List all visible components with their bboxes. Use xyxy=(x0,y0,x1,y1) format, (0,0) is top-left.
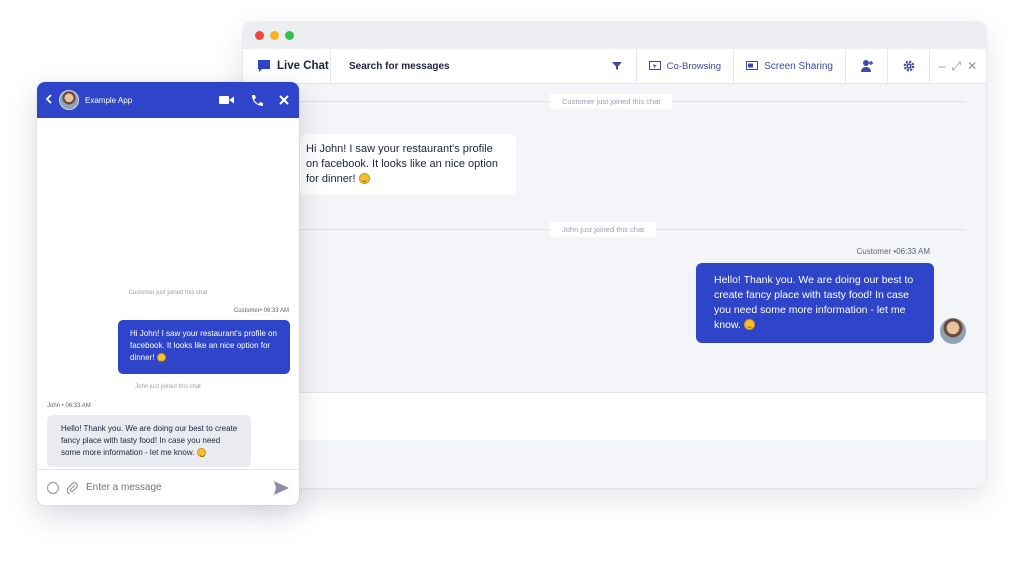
chat-icon xyxy=(258,60,270,72)
smile-emoji-icon xyxy=(743,319,755,330)
close-icon[interactable]: ✕ xyxy=(967,59,977,73)
smile-emoji-icon xyxy=(358,173,370,184)
widget-conversation: Customer just joined this chat Customer•… xyxy=(37,118,299,469)
system-note: John just joined this chat xyxy=(135,384,201,390)
system-note: John just joined this chat xyxy=(550,222,657,237)
add-user-button[interactable] xyxy=(846,49,888,83)
system-note: Customer just joined this chat xyxy=(550,94,673,109)
window-titlebar xyxy=(243,22,986,49)
header-actions xyxy=(219,94,289,107)
window-controls: – ⤢ ✕ xyxy=(930,49,986,83)
filter-icon[interactable] xyxy=(611,61,622,71)
add-user-icon xyxy=(860,60,873,72)
attach-icon[interactable] xyxy=(67,481,78,494)
phone-icon[interactable] xyxy=(250,94,263,107)
agent-avatar xyxy=(940,318,966,344)
message-text: Hi John! I saw your restaurant's profile… xyxy=(306,143,499,185)
screen-sharing-icon xyxy=(746,61,759,70)
search-label: Search for messages xyxy=(349,60,450,72)
cobrowsing-button[interactable]: Co-Browsing xyxy=(637,49,735,83)
message-search[interactable]: Search for messages xyxy=(331,49,637,83)
desktop-chat-window: Live Chat Search for messages Co-Browsin… xyxy=(243,22,986,488)
window-close-dot[interactable] xyxy=(255,31,264,40)
smile-emoji-icon xyxy=(156,353,166,362)
message-meta: Customer• 06:33 AM xyxy=(233,308,289,314)
live-chat-tab[interactable]: Live Chat xyxy=(243,49,331,83)
video-icon[interactable] xyxy=(219,95,234,105)
desktop-composer[interactable] xyxy=(243,392,986,440)
screen-sharing-button[interactable]: Screen Sharing xyxy=(734,49,846,83)
cobrowsing-icon xyxy=(648,61,661,70)
mobile-chat-widget: Example App Customer just joined this ch… xyxy=(37,82,299,505)
send-icon[interactable] xyxy=(274,480,289,495)
expand-icon[interactable]: ⤢ xyxy=(952,59,962,74)
system-note: Customer just joined this chat xyxy=(128,290,208,296)
message-input[interactable] xyxy=(86,482,266,493)
gear-icon xyxy=(903,60,914,72)
smile-emoji-icon xyxy=(196,448,206,457)
app-title: Example App xyxy=(85,95,133,105)
live-chat-label: Live Chat xyxy=(277,60,329,72)
message-text: Hi John! I saw your restaurant's profile… xyxy=(130,329,277,362)
agent-message-bubble: Hello! Thank you. We are doing our best … xyxy=(47,415,251,467)
incoming-message-bubble: Hi John! I saw your restaurant's profile… xyxy=(300,134,516,195)
avatar xyxy=(59,90,79,110)
stage: Live Chat Search for messages Co-Browsin… xyxy=(0,0,1024,561)
minimize-icon[interactable]: – xyxy=(939,59,946,73)
screen-sharing-label: Screen Sharing xyxy=(764,60,833,72)
back-icon[interactable] xyxy=(45,93,57,107)
window-minimize-dot[interactable] xyxy=(270,31,279,40)
message-meta: Customer •06:33 AM xyxy=(856,247,931,256)
cobrowsing-label: Co-Browsing xyxy=(666,60,722,72)
widget-composer xyxy=(37,469,299,505)
window-maximize-dot[interactable] xyxy=(285,31,294,40)
emoji-icon[interactable] xyxy=(47,481,59,494)
desktop-toolbar: Live Chat Search for messages Co-Browsin… xyxy=(243,49,986,84)
message-meta: John • 06:33 AM xyxy=(47,403,91,409)
outgoing-message-bubble: Hello! Thank you. We are doing our best … xyxy=(696,263,934,343)
desktop-conversation: Customer just joined this chat Hi John! … xyxy=(243,84,986,440)
message-text: Hello! Thank you. We are doing our best … xyxy=(61,424,238,457)
customer-message-bubble: Hi John! I saw your restaurant's profile… xyxy=(118,320,290,374)
widget-header: Example App xyxy=(37,82,299,118)
close-icon[interactable] xyxy=(279,95,289,105)
settings-button[interactable] xyxy=(888,49,930,83)
